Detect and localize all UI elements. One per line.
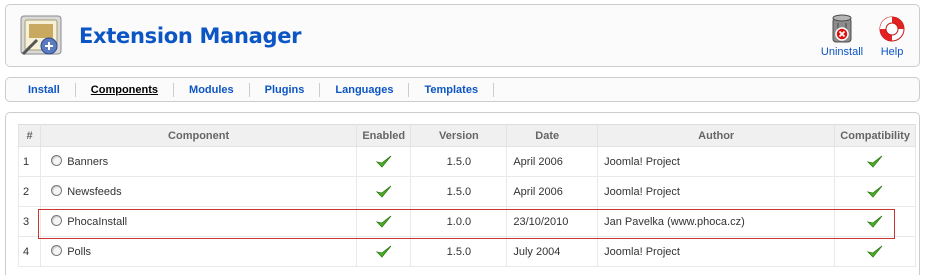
select-radio[interactable] <box>51 215 63 226</box>
lifebuoy-help-icon <box>879 16 905 42</box>
compatibility-cell <box>834 176 916 207</box>
select-radio[interactable] <box>51 155 63 166</box>
tab-components[interactable]: Components <box>76 82 175 97</box>
date-cell: July 2004 <box>506 236 599 267</box>
component-name: Newsfeeds <box>67 186 122 198</box>
component-name: Banners <box>67 156 109 168</box>
tab-modules[interactable]: Modules <box>174 82 250 97</box>
header-author[interactable]: Author <box>597 124 836 147</box>
tab-plugins[interactable]: Plugins <box>250 82 321 97</box>
author-cell: Joomla! Project <box>597 146 836 177</box>
version-cell: 1.5.0 <box>410 236 508 267</box>
enabled-cell[interactable] <box>355 236 412 267</box>
enabled-cell[interactable] <box>355 206 412 237</box>
component-cell: Newsfeeds <box>40 176 357 207</box>
extension-manager-icon <box>20 15 62 56</box>
compatibility-cell <box>834 146 916 177</box>
date-cell: April 2006 <box>506 176 599 207</box>
component-cell: Polls <box>40 236 357 267</box>
enabled-cell[interactable] <box>355 146 412 177</box>
component-name: Polls <box>67 246 92 258</box>
component-name: PhocaInstall <box>67 216 128 228</box>
uninstall-label: Uninstall <box>820 46 864 58</box>
trash-delete-icon <box>832 14 852 43</box>
row-number: 2 <box>17 176 42 207</box>
row-number: 4 <box>17 236 42 267</box>
author-cell: Jan Pavelka (www.phoca.cz) <box>597 206 836 237</box>
compatibility-cell <box>834 206 916 237</box>
component-cell: PhocaInstall <box>40 206 357 237</box>
checkmark-icon <box>867 155 883 168</box>
table-row: 4 Polls 1.5.0 July 2004 Joomla! Project <box>17 236 916 267</box>
version-cell: 1.5.0 <box>410 146 508 177</box>
enabled-cell[interactable] <box>355 176 412 207</box>
component-cell: Banners <box>40 146 357 177</box>
help-button[interactable]: Help <box>872 11 912 65</box>
checkmark-icon <box>375 155 392 168</box>
uninstall-button[interactable]: Uninstall <box>818 11 866 65</box>
date-cell: 23/10/2010 <box>506 206 599 237</box>
submenu-tabs: Install Components Modules Plugins Langu… <box>5 77 920 102</box>
header-panel: Extension Manager Uninstall Help <box>5 4 920 67</box>
header-date[interactable]: Date <box>506 124 599 147</box>
checkmark-icon <box>867 245 883 258</box>
select-radio[interactable] <box>51 185 63 196</box>
page-title: Extension Manager <box>79 24 302 48</box>
header-enabled[interactable]: Enabled <box>355 124 412 147</box>
select-radio[interactable] <box>51 245 63 256</box>
header-num: # <box>17 124 42 147</box>
main-panel: # Component Enabled Version Date Author … <box>5 112 920 275</box>
checkmark-icon <box>867 185 883 198</box>
author-cell: Joomla! Project <box>597 176 836 207</box>
table-row: 1 Banners 1.5.0 April 2006 Joomla! Proje… <box>17 146 916 177</box>
compatibility-cell <box>834 236 916 267</box>
author-cell: Joomla! Project <box>597 236 836 267</box>
row-number: 3 <box>17 206 42 237</box>
table-row: 2 Newsfeeds 1.5.0 April 2006 Joomla! Pro… <box>17 176 916 207</box>
row-number: 1 <box>17 146 42 177</box>
components-table: # Component Enabled Version Date Author … <box>17 124 916 267</box>
table-row: 3 PhocaInstall 1.0.0 23/10/2010 Jan Pave… <box>17 206 916 237</box>
checkmark-icon <box>375 215 392 228</box>
checkmark-icon <box>867 215 883 228</box>
version-cell: 1.0.0 <box>410 206 508 237</box>
tab-languages[interactable]: Languages <box>320 82 410 97</box>
header-compatibility[interactable]: Compatibility <box>834 124 916 147</box>
checkmark-icon <box>375 245 392 258</box>
header-version[interactable]: Version <box>410 124 508 147</box>
tab-templates[interactable]: Templates <box>409 82 495 97</box>
help-label: Help <box>880 46 904 58</box>
tab-install[interactable]: Install <box>14 82 76 97</box>
version-cell: 1.5.0 <box>410 176 508 207</box>
date-cell: April 2006 <box>506 146 599 177</box>
checkmark-icon <box>375 185 392 198</box>
header-component[interactable]: Component <box>40 124 357 147</box>
table-header-row: # Component Enabled Version Date Author … <box>17 124 916 147</box>
